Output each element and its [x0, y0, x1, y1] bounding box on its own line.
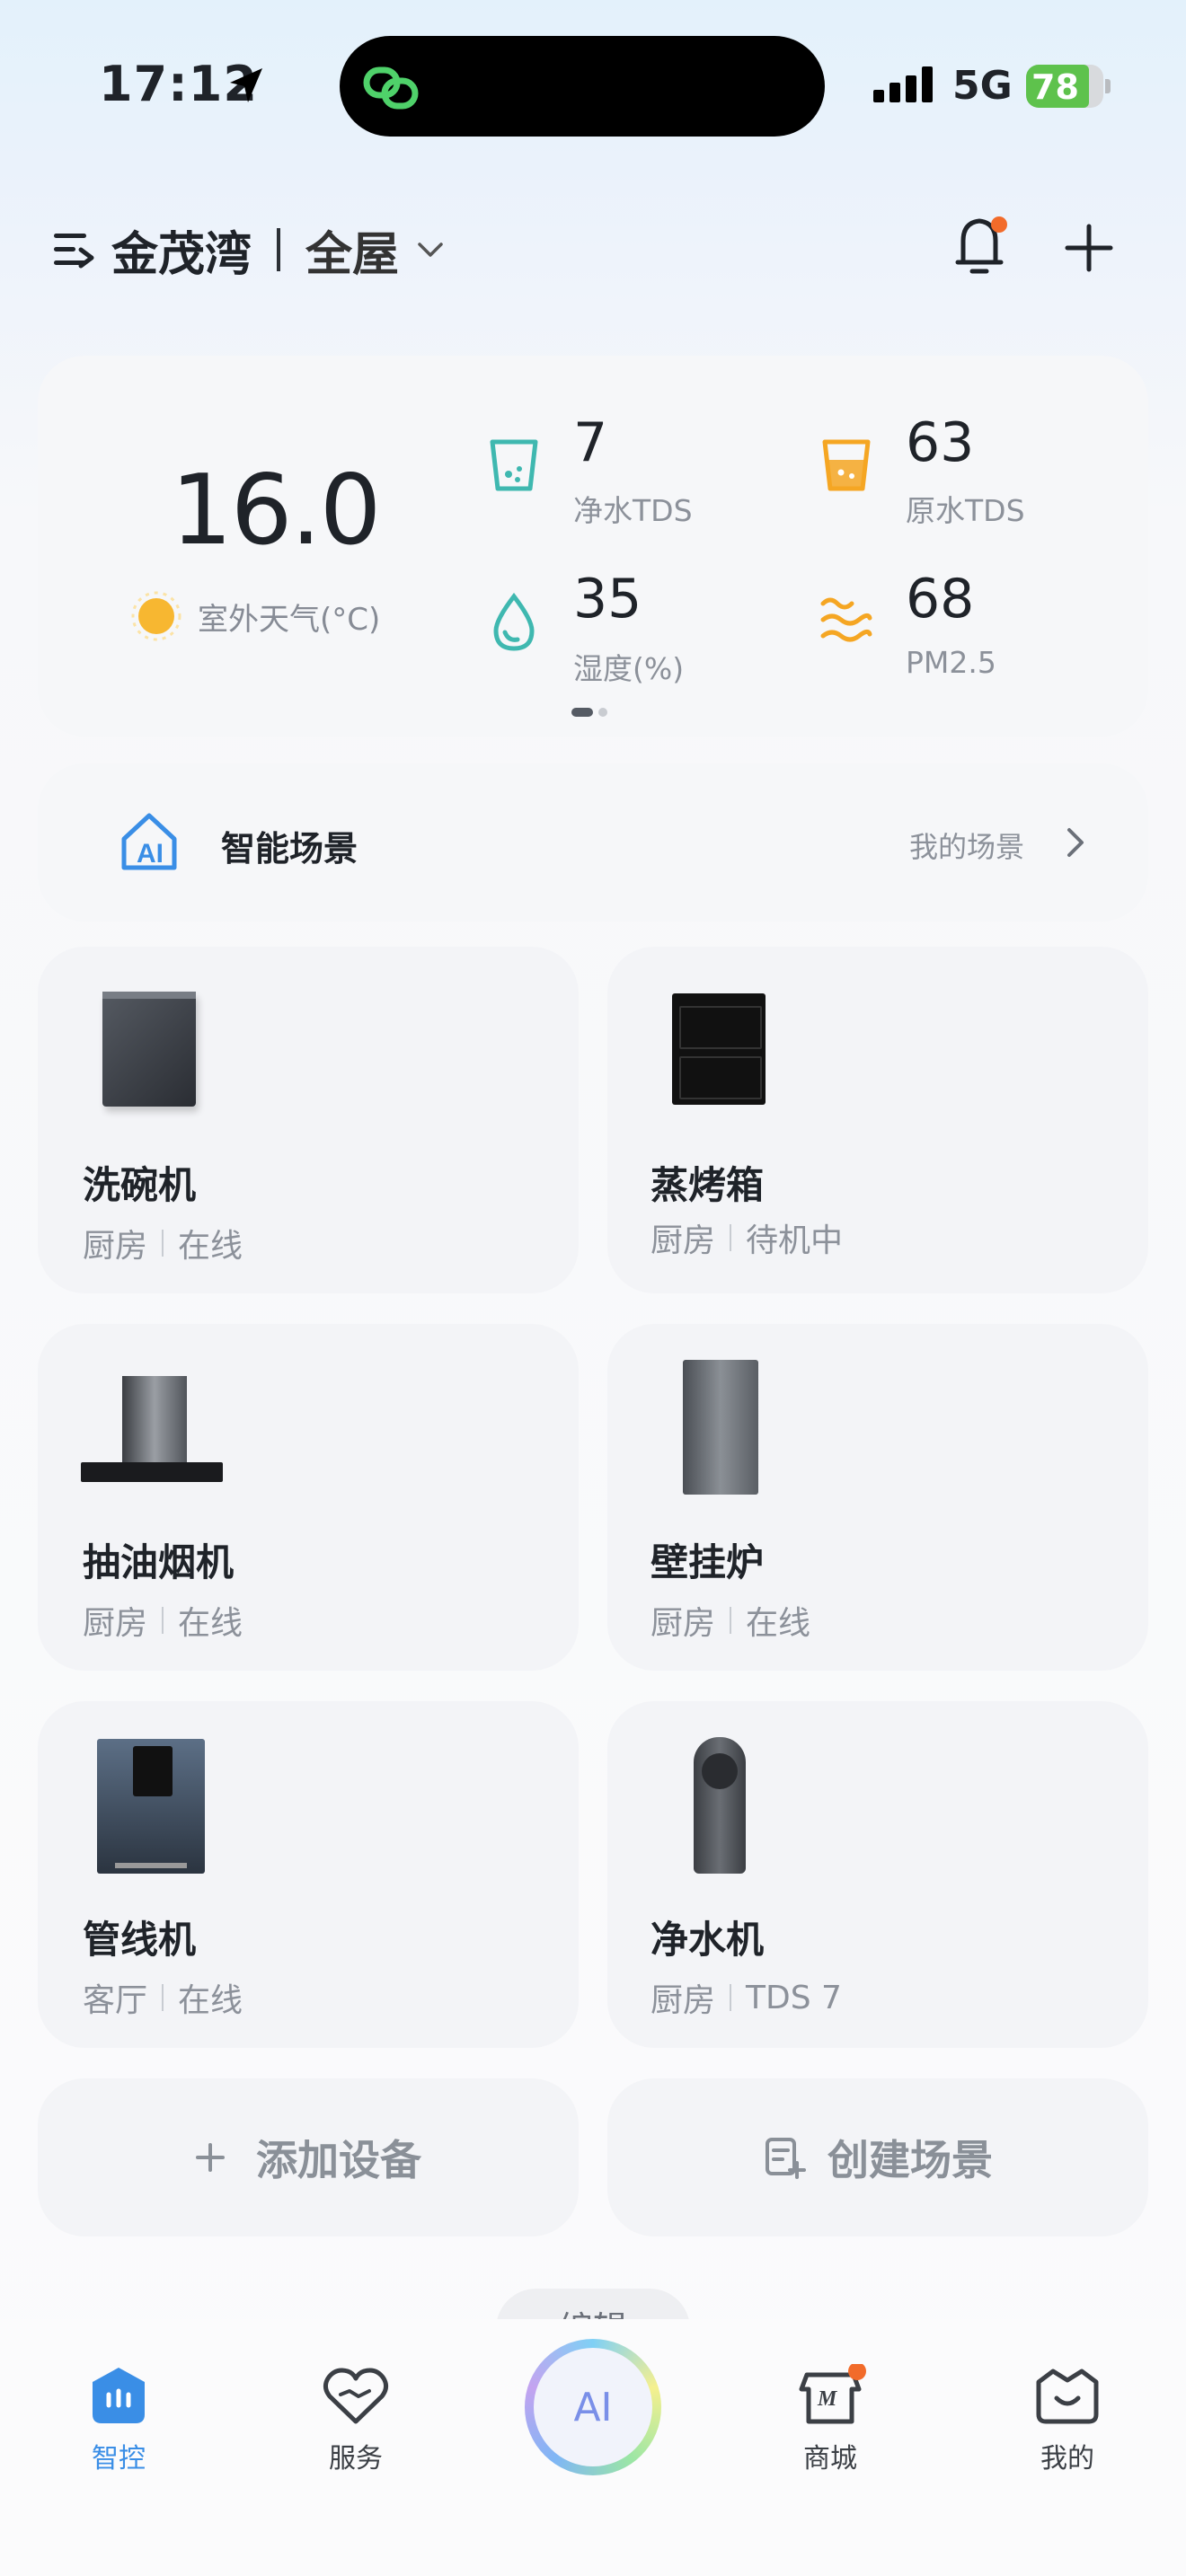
header-divider	[277, 228, 281, 271]
svg-text:AI: AI	[137, 839, 164, 869]
dishwasher-image	[102, 992, 196, 1107]
my-scenes-link[interactable]: 我的场景	[909, 825, 1024, 866]
tab-label: 商城	[803, 2443, 857, 2475]
device-status: 在线	[178, 1982, 243, 2019]
smart-control-icon	[93, 2368, 145, 2423]
tab-label: 服务	[329, 2443, 383, 2475]
device-room: 厨房	[651, 1605, 716, 1642]
tab-mall[interactable]: M 商城	[767, 2364, 893, 2475]
humidity-drop-icon	[493, 593, 535, 651]
device-card-water-purifier[interactable]: 净水机 厨房 TDS 7	[607, 1701, 1148, 2048]
notification-bell-icon[interactable]	[954, 212, 1008, 278]
battery-level: 78	[1031, 67, 1079, 107]
add-plus-icon[interactable]	[1064, 223, 1114, 273]
tab-label: 智控	[92, 2443, 146, 2475]
tab-ai-assistant[interactable]: AI	[525, 2339, 661, 2475]
cellular-signal-icon	[873, 66, 933, 102]
location-arrow-icon	[230, 68, 262, 102]
device-status: 在线	[178, 1228, 243, 1265]
device-name: 净水机	[651, 1918, 765, 1962]
mall-bag-icon: M	[799, 2364, 866, 2424]
ai-home-icon: AI	[121, 813, 177, 870]
add-device-button[interactable]: 添加设备	[38, 2078, 579, 2236]
device-meta: 厨房 待机中	[651, 1214, 843, 1261]
steam-oven-image	[672, 993, 766, 1105]
stat-label-humidity: 湿度(%)	[573, 651, 685, 686]
device-name: 洗碗机	[83, 1163, 197, 1207]
menu-list-icon[interactable]	[52, 230, 95, 269]
network-type: 5G	[952, 63, 1013, 109]
purified-water-cup-icon	[490, 439, 538, 491]
outdoor-temperature: 16.0	[171, 454, 381, 567]
sun-icon	[131, 591, 181, 641]
home-header: 金茂湾 全屋	[52, 214, 444, 286]
device-room: 厨房	[83, 1228, 148, 1265]
device-status: TDS 7	[746, 1979, 842, 2016]
range-hood-image	[81, 1376, 225, 1489]
create-scene-icon	[766, 2138, 806, 2179]
device-name: 壁挂炉	[651, 1540, 765, 1584]
device-meta: 厨房 在线	[651, 1597, 810, 1644]
battery-icon: 78	[1026, 65, 1112, 108]
device-meta: 厨房 在线	[83, 1220, 243, 1266]
tab-label: 我的	[1040, 2443, 1094, 2475]
add-device-label: 添加设备	[256, 2136, 421, 2184]
device-card-pipeline-dispenser[interactable]: 管线机 客厅 在线	[38, 1701, 579, 2048]
chevron-right-icon[interactable]	[1066, 826, 1085, 859]
device-name: 蒸烤箱	[651, 1163, 765, 1207]
home-name[interactable]: 金茂湾	[111, 216, 252, 284]
device-name: 抽油烟机	[83, 1540, 235, 1584]
stat-value-pm25: 68	[906, 568, 975, 631]
stat-label-pm25: PM2.5	[906, 645, 996, 680]
pm25-wave-icon	[820, 597, 872, 642]
device-meta: 厨房 TDS 7	[651, 1974, 842, 2021]
page-indicator-dot	[598, 708, 607, 717]
device-status: 在线	[746, 1605, 811, 1642]
device-room: 厨房	[651, 1222, 716, 1259]
chevron-down-icon[interactable]	[417, 241, 444, 259]
raw-water-cup-icon	[822, 439, 871, 491]
device-status: 在线	[178, 1605, 243, 1642]
plus-icon	[196, 2143, 225, 2172]
device-room: 厨房	[83, 1605, 148, 1642]
stat-value-purified-tds: 7	[573, 411, 608, 474]
room-selector[interactable]: 全屋	[305, 216, 399, 284]
device-room: 客厅	[83, 1982, 148, 2019]
tab-service[interactable]: 服务	[293, 2364, 419, 2475]
stat-label-purified-tds: 净水TDS	[573, 493, 693, 528]
stat-label-raw-tds: 原水TDS	[906, 493, 1025, 528]
wall-boiler-image	[683, 1360, 758, 1495]
device-card-range-hood[interactable]: 抽油烟机 厨房 在线	[38, 1324, 579, 1671]
heart-service-icon	[323, 2368, 389, 2424]
device-name: 管线机	[83, 1918, 197, 1962]
page-indicator-active	[571, 708, 593, 717]
ai-label: AI	[573, 2384, 613, 2430]
device-meta: 厨房 在线	[83, 1597, 243, 1644]
device-meta: 客厅 在线	[83, 1974, 243, 2021]
device-room: 厨房	[651, 1982, 716, 2019]
create-scene-label: 创建场景	[828, 2136, 993, 2184]
device-card-steam-oven[interactable]: 蒸烤箱 厨房 待机中	[607, 947, 1148, 1293]
device-card-wall-boiler[interactable]: 壁挂炉 厨房 在线	[607, 1324, 1148, 1671]
tab-smart-control[interactable]: 智控	[56, 2364, 181, 2475]
smart-scene-title: 智能场景	[221, 829, 358, 869]
temperature-label: 室外天气(°C)	[198, 602, 381, 638]
device-card-dishwasher[interactable]: 洗碗机 厨房 在线	[38, 947, 579, 1293]
stat-value-humidity: 35	[573, 568, 642, 631]
profile-house-icon	[1036, 2369, 1099, 2424]
create-scene-button[interactable]: 创建场景	[607, 2078, 1148, 2236]
tab-mine[interactable]: 我的	[1005, 2364, 1130, 2475]
stat-value-raw-tds: 63	[906, 411, 975, 474]
svg-text:M: M	[817, 2387, 838, 2411]
water-purifier-image	[694, 1737, 746, 1874]
link-rings-icon	[363, 66, 419, 110]
device-status: 待机中	[746, 1222, 844, 1259]
pipeline-dispenser-image	[97, 1739, 205, 1874]
